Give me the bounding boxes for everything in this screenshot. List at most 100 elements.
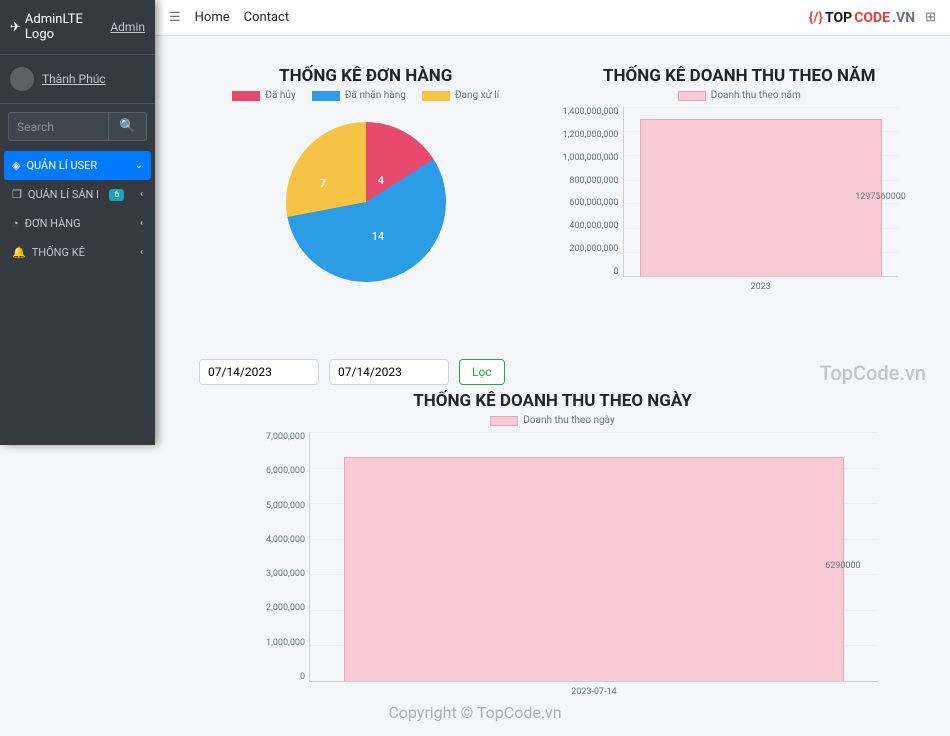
- copyright: Copyright © TopCode.vn: [388, 703, 561, 722]
- chart-title: THỐNG KÊ ĐƠN HÀNG: [179, 66, 553, 86]
- wm-top: TOP: [825, 10, 852, 26]
- y-tick: 200,000,000: [569, 244, 618, 254]
- plot-area: 6290000 2023-07-14: [309, 432, 878, 682]
- swatch-icon: [422, 91, 450, 101]
- nav-label: THỐNG KÊ: [32, 246, 85, 259]
- brand-row: ✈ AdminLTE Logo Admin: [0, 0, 155, 55]
- legend-label: Đang xử lí: [455, 90, 499, 101]
- y-tick: 5,000,000: [266, 501, 305, 511]
- y-tick: 3,000,000: [266, 569, 305, 579]
- chart-title: THỐNG KÊ DOANH THU THEO NGÀY: [179, 391, 926, 411]
- topbar-contact[interactable]: Contact: [244, 10, 289, 25]
- y-tick: 1,000,000,000: [563, 153, 619, 163]
- date-from-input[interactable]: [199, 359, 319, 385]
- wm-code: CODE: [854, 10, 890, 26]
- nav-quan-li-user[interactable]: ◈ QUẢN LÍ USER ⌄: [4, 151, 151, 180]
- y-tick: 1,400,000,000: [563, 107, 619, 117]
- admin-link[interactable]: Admin: [110, 20, 145, 34]
- search-input[interactable]: [8, 112, 109, 141]
- pie-value: 14: [372, 230, 385, 243]
- bar: 1297560000: [640, 119, 882, 276]
- pie-plot: 4 14 7: [179, 107, 553, 297]
- swatch-icon: [312, 91, 340, 101]
- y-tick: 400,000,000: [569, 221, 618, 231]
- chevron-left-icon: ‹: [140, 247, 143, 258]
- content: THỐNG KÊ ĐƠN HÀNG Đã hủy Đã nhận hàng Đa…: [155, 36, 950, 736]
- nav-label: ĐƠN HÀNG: [25, 217, 81, 230]
- topbar-home[interactable]: Home: [195, 10, 230, 25]
- bar-legend: Doanh thu theo ngày: [179, 415, 926, 426]
- copy-icon: ❐: [12, 188, 22, 201]
- chevron-left-icon: ‹: [140, 218, 143, 229]
- legend-label: Đã nhận hàng: [345, 90, 406, 101]
- brand-logo[interactable]: ✈ AdminLTE Logo: [10, 12, 110, 42]
- filter-button[interactable]: Lọc: [459, 359, 505, 385]
- legend-item[interactable]: Đã hủy: [232, 90, 295, 101]
- watermark-logo: {/} TOP CODE .VN: [809, 10, 916, 26]
- search-icon: 🔍: [119, 119, 136, 134]
- charts-row-top: THỐNG KÊ ĐƠN HÀNG Đã hủy Đã nhận hàng Đa…: [179, 66, 926, 297]
- y-axis: 7,000,000 6,000,000 5,000,000 4,000,000 …: [249, 432, 309, 702]
- sidebar-search: 🔍: [0, 104, 155, 149]
- wm-suffix: .VN: [892, 10, 915, 26]
- y-tick: 4,000,000: [266, 535, 305, 545]
- bar-value: 6290000: [594, 561, 950, 571]
- y-tick: 1,200,000,000: [563, 130, 619, 140]
- nav-quan-li-san-pham[interactable]: ❐ QUẢN LÍ SẢN PHẨM 6 ‹: [4, 180, 151, 209]
- y-tick: 2,000,000: [266, 603, 305, 613]
- nav-thong-ke[interactable]: 🔔 THỐNG KÊ ‹: [4, 238, 151, 267]
- search-button[interactable]: 🔍: [109, 112, 147, 141]
- bar-plot: 1,400,000,000 1,200,000,000 1,000,000,00…: [553, 107, 927, 297]
- y-tick: 0: [300, 672, 305, 682]
- date-to-input[interactable]: [329, 359, 449, 385]
- wm-prefix: {/}: [809, 10, 823, 26]
- bar-legend: Doanh thu theo năm: [553, 90, 927, 101]
- y-tick: 800,000,000: [569, 176, 618, 186]
- legend-label: Doanh thu theo ngày: [523, 415, 615, 426]
- bar-plot: 7,000,000 6,000,000 5,000,000 4,000,000 …: [249, 432, 906, 702]
- swatch-icon: [678, 91, 706, 101]
- legend-label: Đã hủy: [265, 90, 295, 101]
- chart-revenue-day: TopCode.vn THỐNG KÊ DOANH THU THEO NGÀY …: [179, 391, 926, 702]
- topbar-right: {/} TOP CODE .VN ⊞: [809, 10, 936, 26]
- legend-item[interactable]: Đang xử lí: [422, 90, 499, 101]
- pie: 4 14 7: [286, 122, 446, 282]
- legend-item[interactable]: Doanh thu theo năm: [678, 90, 801, 101]
- swatch-icon: [232, 91, 260, 101]
- y-axis: 1,400,000,000 1,200,000,000 1,000,000,00…: [553, 107, 623, 297]
- pie-icon: ◔: [12, 217, 19, 230]
- legend-item[interactable]: Doanh thu theo ngày: [490, 415, 615, 426]
- y-tick: 6,000,000: [266, 466, 305, 476]
- y-tick: 600,000,000: [569, 198, 618, 208]
- expand-icon[interactable]: ⊞: [925, 10, 936, 25]
- swatch-icon: [490, 416, 518, 426]
- bar-value: 1297560000: [761, 192, 950, 202]
- y-tick: 0: [613, 267, 618, 277]
- dashboard-icon: ◈: [12, 159, 20, 172]
- legend-label: Doanh thu theo năm: [711, 90, 801, 101]
- bell-icon: 🔔: [12, 246, 26, 259]
- chevron-down-icon: ⌄: [135, 160, 143, 171]
- sidebar: ✈ AdminLTE Logo Admin Thành Phúc 🔍 ◈ QUẢ…: [0, 0, 155, 445]
- chart-title: THỐNG KÊ DOANH THU THEO NĂM: [553, 66, 927, 86]
- nav-don-hang[interactable]: ◔ ĐƠN HÀNG ‹: [4, 209, 151, 238]
- avatar: [10, 67, 34, 91]
- chart-revenue-year: THỐNG KÊ DOANH THU THEO NĂM Doanh thu th…: [553, 66, 927, 297]
- user-name-link[interactable]: Thành Phúc: [42, 72, 106, 86]
- chart-orders: THỐNG KÊ ĐƠN HÀNG Đã hủy Đã nhận hàng Đa…: [179, 66, 553, 297]
- pie-value: 7: [320, 177, 326, 190]
- x-tick: 2023: [624, 282, 899, 292]
- menu-toggle-icon[interactable]: ☰: [169, 10, 181, 25]
- pie-value: 4: [378, 174, 384, 187]
- chevron-left-icon: ‹: [140, 189, 143, 200]
- topbar: ☰ Home Contact {/} TOP CODE .VN ⊞: [155, 0, 950, 36]
- nav-menu: ◈ QUẢN LÍ USER ⌄ ❐ QUẢN LÍ SẢN PHẨM 6 ‹ …: [0, 149, 155, 269]
- nav-label: QUẢN LÍ USER: [26, 159, 97, 172]
- bar: 6290000: [344, 457, 844, 681]
- pie-legend: Đã hủy Đã nhận hàng Đang xử lí: [179, 90, 553, 101]
- legend-item[interactable]: Đã nhận hàng: [312, 90, 406, 101]
- send-icon: ✈: [10, 20, 21, 35]
- y-tick: 7,000,000: [266, 432, 305, 442]
- user-panel: Thành Phúc: [0, 55, 155, 104]
- x-tick: 2023-07-14: [310, 687, 878, 697]
